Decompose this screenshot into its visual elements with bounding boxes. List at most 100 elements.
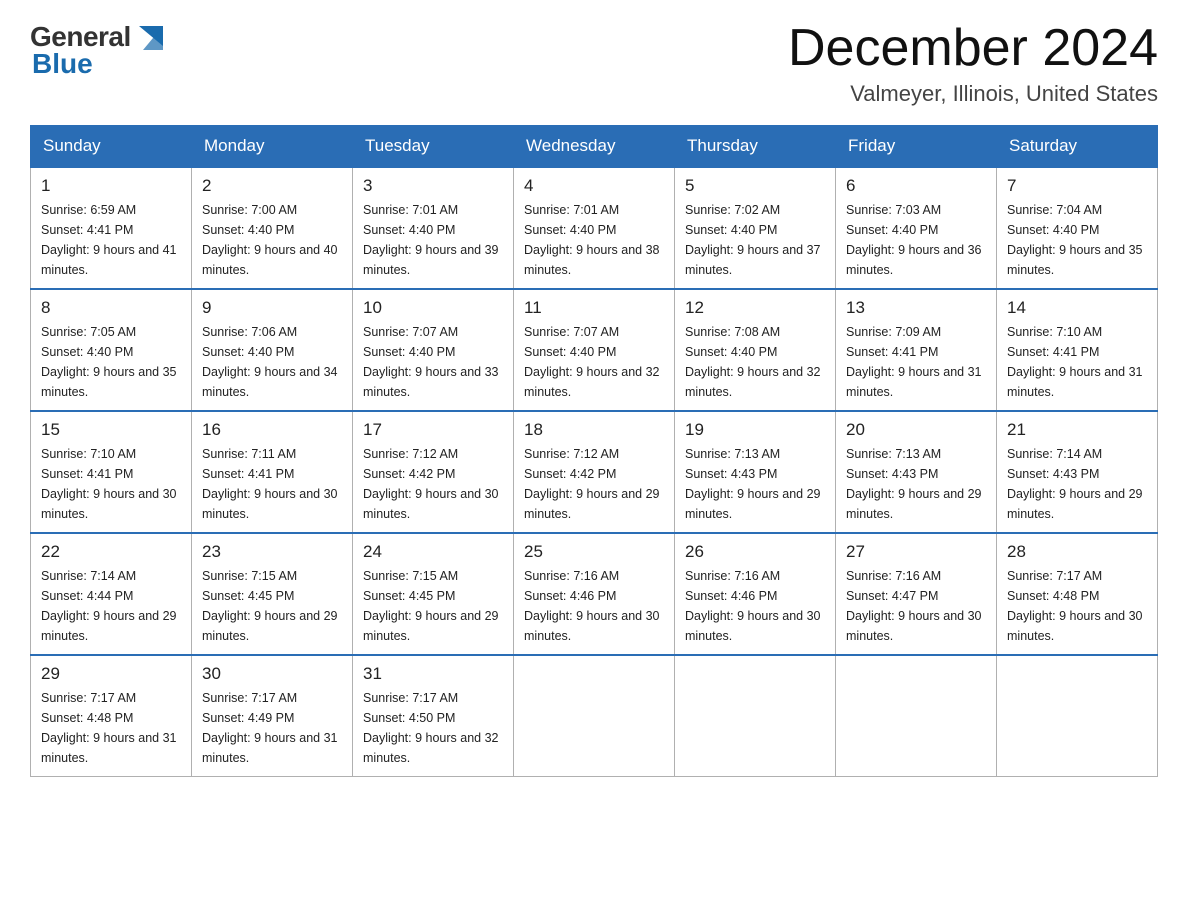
day-number: 4 <box>524 176 664 196</box>
calendar-cell: 20 Sunrise: 7:13 AMSunset: 4:43 PMDayligh… <box>836 411 997 533</box>
calendar-cell: 10 Sunrise: 7:07 AMSunset: 4:40 PMDayligh… <box>353 289 514 411</box>
day-info: Sunrise: 6:59 AMSunset: 4:41 PMDaylight:… <box>41 200 181 280</box>
day-number: 30 <box>202 664 342 684</box>
day-number: 25 <box>524 542 664 562</box>
day-info: Sunrise: 7:12 AMSunset: 4:42 PMDaylight:… <box>363 444 503 524</box>
day-info: Sunrise: 7:17 AMSunset: 4:49 PMDaylight:… <box>202 688 342 768</box>
header-cell-monday: Monday <box>192 126 353 168</box>
day-number: 23 <box>202 542 342 562</box>
day-number: 28 <box>1007 542 1147 562</box>
calendar-cell <box>836 655 997 777</box>
day-info: Sunrise: 7:07 AMSunset: 4:40 PMDaylight:… <box>524 322 664 402</box>
day-info: Sunrise: 7:07 AMSunset: 4:40 PMDaylight:… <box>363 322 503 402</box>
calendar-cell: 19Sunrise: 7:13 AMSunset: 4:43 PMDayligh… <box>675 411 836 533</box>
calendar-cell: 12 Sunrise: 7:08 AMSunset: 4:40 PMDayligh… <box>675 289 836 411</box>
day-number: 24 <box>363 542 503 562</box>
calendar-cell: 8Sunrise: 7:05 AMSunset: 4:40 PMDaylight… <box>31 289 192 411</box>
calendar-cell: 18Sunrise: 7:12 AMSunset: 4:42 PMDayligh… <box>514 411 675 533</box>
page-header: General Blue December 2024 Valmeyer, Ill… <box>30 20 1158 107</box>
day-info: Sunrise: 7:14 AMSunset: 4:43 PMDaylight:… <box>1007 444 1147 524</box>
calendar-cell <box>997 655 1158 777</box>
day-info: Sunrise: 7:01 AMSunset: 4:40 PMDaylight:… <box>363 200 503 280</box>
day-number: 14 <box>1007 298 1147 318</box>
calendar-cell: 2 Sunrise: 7:00 AMSunset: 4:40 PMDaylight… <box>192 167 353 289</box>
calendar-cell: 27 Sunrise: 7:16 AMSunset: 4:47 PMDayligh… <box>836 533 997 655</box>
day-info: Sunrise: 7:10 AMSunset: 4:41 PMDaylight:… <box>41 444 181 524</box>
day-number: 18 <box>524 420 664 440</box>
week-row-4: 22 Sunrise: 7:14 AMSunset: 4:44 PMDayligh… <box>31 533 1158 655</box>
day-info: Sunrise: 7:09 AMSunset: 4:41 PMDaylight:… <box>846 322 986 402</box>
calendar-cell: 31 Sunrise: 7:17 AMSunset: 4:50 PMDayligh… <box>353 655 514 777</box>
day-number: 10 <box>363 298 503 318</box>
calendar-cell: 1 Sunrise: 6:59 AMSunset: 4:41 PMDaylight… <box>31 167 192 289</box>
calendar-cell: 28 Sunrise: 7:17 AMSunset: 4:48 PMDayligh… <box>997 533 1158 655</box>
calendar-cell: 29 Sunrise: 7:17 AMSunset: 4:48 PMDayligh… <box>31 655 192 777</box>
header-cell-wednesday: Wednesday <box>514 126 675 168</box>
calendar-cell: 3 Sunrise: 7:01 AMSunset: 4:40 PMDaylight… <box>353 167 514 289</box>
day-info: Sunrise: 7:15 AMSunset: 4:45 PMDaylight:… <box>363 566 503 646</box>
logo: General Blue <box>30 20 167 80</box>
calendar-cell: 16Sunrise: 7:11 AMSunset: 4:41 PMDayligh… <box>192 411 353 533</box>
day-info: Sunrise: 7:16 AMSunset: 4:47 PMDaylight:… <box>846 566 986 646</box>
day-info: Sunrise: 7:17 AMSunset: 4:48 PMDaylight:… <box>41 688 181 768</box>
day-info: Sunrise: 7:13 AMSunset: 4:43 PMDaylight:… <box>685 444 825 524</box>
header-cell-saturday: Saturday <box>997 126 1158 168</box>
day-info: Sunrise: 7:15 AMSunset: 4:45 PMDaylight:… <box>202 566 342 646</box>
day-number: 12 <box>685 298 825 318</box>
day-number: 31 <box>363 664 503 684</box>
day-info: Sunrise: 7:14 AMSunset: 4:44 PMDaylight:… <box>41 566 181 646</box>
day-number: 11 <box>524 298 664 318</box>
day-info: Sunrise: 7:05 AMSunset: 4:40 PMDaylight:… <box>41 322 181 402</box>
day-number: 3 <box>363 176 503 196</box>
week-row-3: 15Sunrise: 7:10 AMSunset: 4:41 PMDayligh… <box>31 411 1158 533</box>
day-number: 16 <box>202 420 342 440</box>
day-number: 21 <box>1007 420 1147 440</box>
day-number: 9 <box>202 298 342 318</box>
day-number: 1 <box>41 176 181 196</box>
day-info: Sunrise: 7:17 AMSunset: 4:50 PMDaylight:… <box>363 688 503 768</box>
calendar-cell: 21 Sunrise: 7:14 AMSunset: 4:43 PMDayligh… <box>997 411 1158 533</box>
calendar-cell: 4 Sunrise: 7:01 AMSunset: 4:40 PMDaylight… <box>514 167 675 289</box>
calendar-table: SundayMondayTuesdayWednesdayThursdayFrid… <box>30 125 1158 777</box>
day-number: 26 <box>685 542 825 562</box>
week-row-1: 1 Sunrise: 6:59 AMSunset: 4:41 PMDaylight… <box>31 167 1158 289</box>
calendar-cell: 24 Sunrise: 7:15 AMSunset: 4:45 PMDayligh… <box>353 533 514 655</box>
header-cell-sunday: Sunday <box>31 126 192 168</box>
header-row: SundayMondayTuesdayWednesdayThursdayFrid… <box>31 126 1158 168</box>
calendar-cell: 30 Sunrise: 7:17 AMSunset: 4:49 PMDayligh… <box>192 655 353 777</box>
day-number: 13 <box>846 298 986 318</box>
header-cell-friday: Friday <box>836 126 997 168</box>
day-info: Sunrise: 7:01 AMSunset: 4:40 PMDaylight:… <box>524 200 664 280</box>
day-info: Sunrise: 7:02 AMSunset: 4:40 PMDaylight:… <box>685 200 825 280</box>
header-cell-tuesday: Tuesday <box>353 126 514 168</box>
day-info: Sunrise: 7:06 AMSunset: 4:40 PMDaylight:… <box>202 322 342 402</box>
calendar-cell: 23 Sunrise: 7:15 AMSunset: 4:45 PMDayligh… <box>192 533 353 655</box>
day-number: 7 <box>1007 176 1147 196</box>
day-number: 20 <box>846 420 986 440</box>
day-info: Sunrise: 7:16 AMSunset: 4:46 PMDaylight:… <box>685 566 825 646</box>
calendar-cell: 5Sunrise: 7:02 AMSunset: 4:40 PMDaylight… <box>675 167 836 289</box>
day-info: Sunrise: 7:13 AMSunset: 4:43 PMDaylight:… <box>846 444 986 524</box>
calendar-cell <box>514 655 675 777</box>
day-number: 2 <box>202 176 342 196</box>
logo-arrow-icon <box>135 22 167 54</box>
month-title: December 2024 <box>788 20 1158 77</box>
day-info: Sunrise: 7:17 AMSunset: 4:48 PMDaylight:… <box>1007 566 1147 646</box>
day-info: Sunrise: 7:04 AMSunset: 4:40 PMDaylight:… <box>1007 200 1147 280</box>
day-number: 27 <box>846 542 986 562</box>
day-number: 6 <box>846 176 986 196</box>
calendar-cell: 17Sunrise: 7:12 AMSunset: 4:42 PMDayligh… <box>353 411 514 533</box>
calendar-cell: 11 Sunrise: 7:07 AMSunset: 4:40 PMDayligh… <box>514 289 675 411</box>
day-info: Sunrise: 7:16 AMSunset: 4:46 PMDaylight:… <box>524 566 664 646</box>
day-number: 29 <box>41 664 181 684</box>
header-cell-thursday: Thursday <box>675 126 836 168</box>
day-number: 22 <box>41 542 181 562</box>
location-text: Valmeyer, Illinois, United States <box>788 81 1158 107</box>
calendar-cell: 14 Sunrise: 7:10 AMSunset: 4:41 PMDayligh… <box>997 289 1158 411</box>
day-info: Sunrise: 7:10 AMSunset: 4:41 PMDaylight:… <box>1007 322 1147 402</box>
day-info: Sunrise: 7:08 AMSunset: 4:40 PMDaylight:… <box>685 322 825 402</box>
calendar-cell: 9 Sunrise: 7:06 AMSunset: 4:40 PMDaylight… <box>192 289 353 411</box>
day-info: Sunrise: 7:00 AMSunset: 4:40 PMDaylight:… <box>202 200 342 280</box>
calendar-cell: 7 Sunrise: 7:04 AMSunset: 4:40 PMDaylight… <box>997 167 1158 289</box>
logo-blue-text: Blue <box>32 48 93 80</box>
